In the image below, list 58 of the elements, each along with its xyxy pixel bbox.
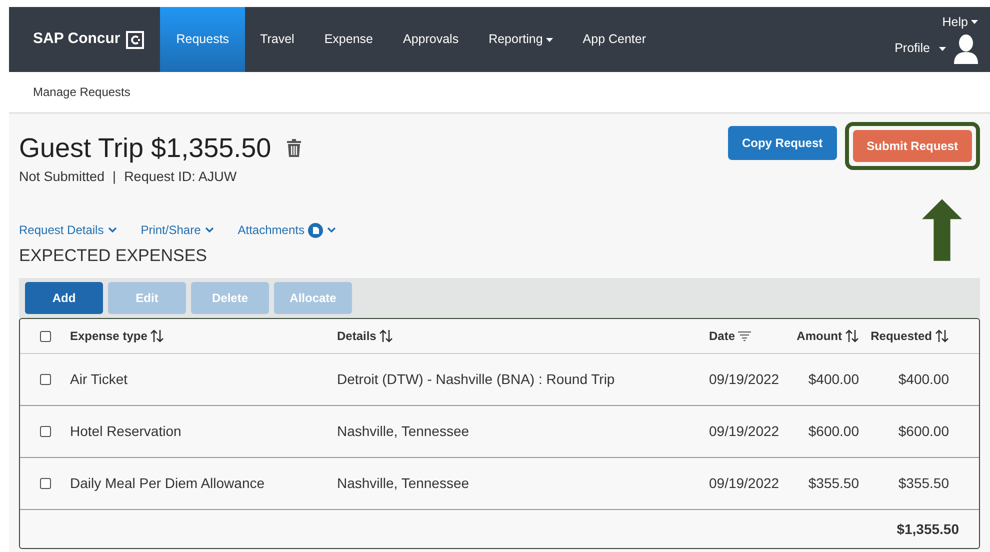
nav-tab[interactable]: Expense: [309, 7, 388, 72]
chevron-icon: [327, 227, 336, 233]
sort-icon[interactable]: [845, 328, 859, 343]
caret-icon: [939, 46, 946, 51]
table-cell: $400.00: [898, 371, 949, 388]
table-cell: $400.00: [808, 371, 859, 388]
table-cell: $355.50: [898, 475, 949, 492]
section-dropdown-link[interactable]: Attachments: [238, 222, 336, 238]
column-header[interactable]: Expense type: [70, 328, 148, 344]
table-cell: 09/19/2022: [709, 371, 780, 387]
sort-icon[interactable]: [150, 328, 164, 343]
request-status: Not Submitted: [19, 168, 105, 186]
help-menu[interactable]: Help: [942, 13, 978, 32]
nav-tab[interactable]: Requests: [160, 7, 246, 72]
breadcrumb-link[interactable]: Manage Requests: [33, 83, 130, 101]
user-avatar-icon[interactable]: [954, 34, 978, 64]
section-dropdown-link[interactable]: Request Details: [19, 222, 117, 238]
table-cell: Hotel Reservation: [70, 423, 182, 439]
table-cell: Detroit (DTW) - Nashville (BNA) : Round Trip: [337, 371, 615, 387]
chevron-icon: [204, 227, 214, 233]
row-checkbox[interactable]: [40, 478, 50, 489]
table-cell: $355.50: [808, 475, 859, 492]
section-heading: EXPECTED EXPENSES: [19, 245, 208, 267]
row-checkbox[interactable]: [40, 374, 50, 385]
separator: |: [112, 168, 116, 186]
toolbar-button[interactable]: Add: [25, 282, 103, 314]
profile-menu[interactable]: Profile: [894, 39, 946, 58]
nav-tab[interactable]: App Center: [568, 7, 662, 72]
total-amount: $1,355.50: [896, 520, 959, 538]
table-cell: Daily Meal Per Diem Allowance: [70, 475, 265, 491]
row-checkbox[interactable]: [40, 426, 50, 437]
copy-button[interactable]: Copy Request: [728, 126, 837, 160]
column-header[interactable]: Requested: [870, 328, 932, 344]
nav-tab[interactable]: Approvals: [388, 7, 474, 72]
table-cell: Air Ticket: [70, 371, 128, 387]
request-id: Request ID: AJUW: [124, 168, 237, 186]
nav-tab[interactable]: Travel: [245, 7, 310, 72]
chevron-icon: [108, 227, 117, 233]
table-cell: Nashville, Tennessee: [337, 475, 470, 491]
trash-icon[interactable]: [287, 139, 302, 157]
section-dropdown-link[interactable]: Print/Share: [140, 222, 214, 238]
caret-icon: [971, 20, 978, 24]
table-cell: Nashville, Tennessee: [337, 423, 470, 439]
logo-icon: [126, 30, 144, 48]
brand-logo-text: SAP Concur: [33, 29, 120, 50]
table-cell: $600.00: [808, 423, 859, 440]
column-header[interactable]: Date: [709, 328, 736, 344]
request-title: Guest Trip $1,355.50: [19, 132, 272, 164]
column-header[interactable]: Amount: [796, 328, 842, 344]
column-header[interactable]: Details: [337, 328, 376, 344]
nav-tab[interactable]: Reporting: [474, 7, 568, 72]
sort-icon[interactable]: [379, 328, 394, 343]
table-cell: 09/19/2022: [709, 475, 780, 491]
sort-icon[interactable]: [935, 328, 949, 343]
table-cell: 09/19/2022: [709, 423, 780, 439]
select-all-checkbox[interactable]: [40, 330, 50, 342]
table-cell: $600.00: [898, 423, 949, 440]
filter-icon[interactable]: [738, 330, 752, 341]
